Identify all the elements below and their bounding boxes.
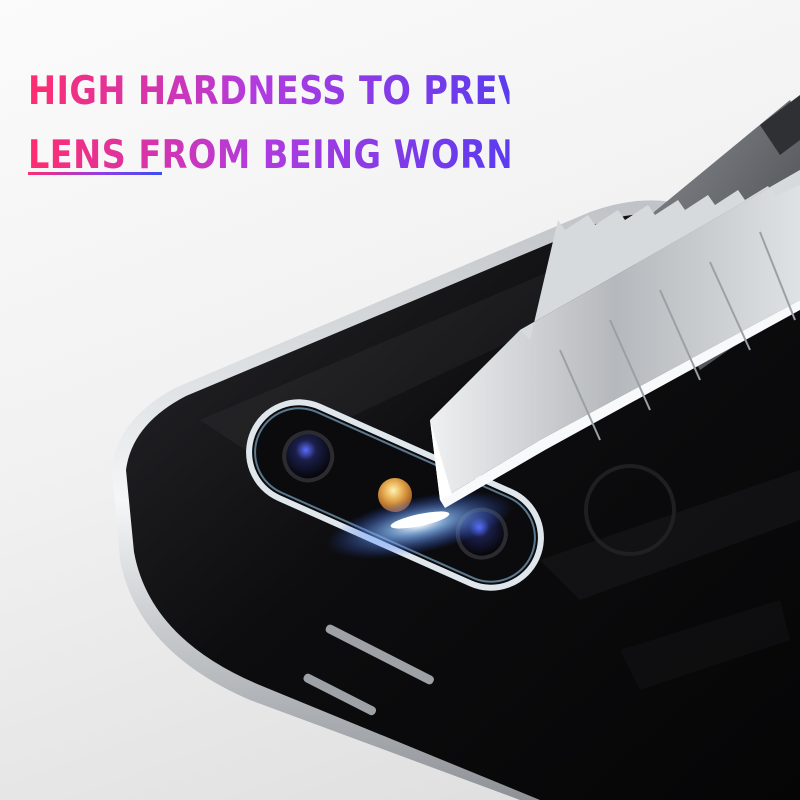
product-scene [112,95,800,800]
